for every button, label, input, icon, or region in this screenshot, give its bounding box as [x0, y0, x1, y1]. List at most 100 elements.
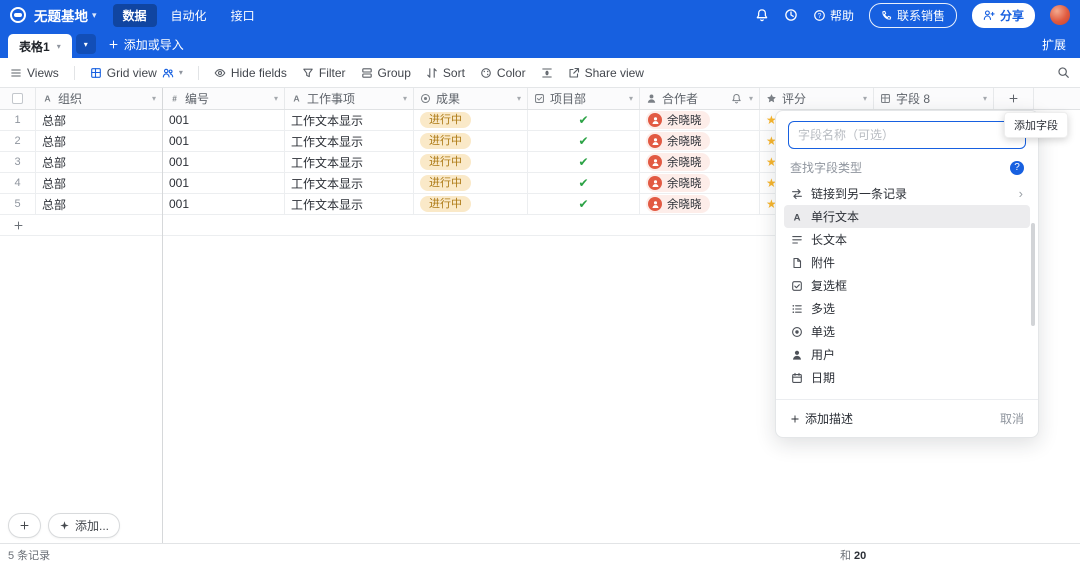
- table-list-dropdown[interactable]: ▾: [76, 34, 96, 54]
- cell-project-checkbox[interactable]: ✔: [528, 152, 640, 173]
- field-type-option[interactable]: 附件: [784, 251, 1030, 274]
- field-type-option[interactable]: 用户: [784, 343, 1030, 366]
- cell-collaborator[interactable]: 余晓晓: [640, 194, 760, 215]
- cell-status[interactable]: 进行中: [414, 110, 528, 131]
- popup-scrollbar[interactable]: [1031, 223, 1035, 326]
- column-chevron-icon[interactable]: ▾: [863, 94, 867, 103]
- cell-task[interactable]: 工作文本显示: [285, 110, 414, 131]
- column-chevron-icon[interactable]: ▾: [749, 94, 753, 103]
- cell-code[interactable]: 001: [163, 152, 285, 173]
- cell-code[interactable]: 001: [163, 110, 285, 131]
- column-header-rating[interactable]: 评分 ▾: [760, 88, 874, 109]
- field-name-input[interactable]: [788, 121, 1026, 149]
- cell-code[interactable]: 001: [163, 173, 285, 194]
- help-button[interactable]: ? 帮助: [813, 7, 854, 24]
- cell-status[interactable]: 进行中: [414, 152, 528, 173]
- hide-fields-button[interactable]: Hide fields: [214, 66, 287, 80]
- add-field-button[interactable]: [994, 88, 1034, 109]
- cell-task[interactable]: 工作文本显示: [285, 194, 414, 215]
- cell-status[interactable]: 进行中: [414, 131, 528, 152]
- topbar-nav-item[interactable]: 接口: [221, 4, 265, 27]
- check-icon: ✔: [578, 176, 588, 190]
- rating-summary[interactable]: 和20: [840, 547, 866, 563]
- cell-org[interactable]: 总部: [36, 173, 163, 194]
- share-button[interactable]: 分享: [972, 3, 1035, 28]
- sort-button[interactable]: Sort: [426, 66, 465, 80]
- field-type-option[interactable]: 单选: [784, 320, 1030, 343]
- cell-org[interactable]: 总部: [36, 194, 163, 215]
- column-header-field8[interactable]: 字段 8 ▾: [874, 88, 994, 109]
- row-height-button[interactable]: [541, 67, 553, 79]
- cell-collaborator[interactable]: 余晓晓: [640, 173, 760, 194]
- cancel-button[interactable]: 取消: [1000, 410, 1024, 427]
- cell-collaborator[interactable]: 余晓晓: [640, 131, 760, 152]
- column-chevron-icon[interactable]: ▾: [403, 94, 407, 103]
- field-type-option[interactable]: 日期: [784, 366, 1030, 389]
- cell-code[interactable]: 001: [163, 194, 285, 215]
- cell-task[interactable]: 工作文本显示: [285, 173, 414, 194]
- field-type-option[interactable]: 多选: [784, 297, 1030, 320]
- contact-sales-button[interactable]: 联系销售: [869, 3, 957, 28]
- cell-code[interactable]: 001: [163, 131, 285, 152]
- user-avatar[interactable]: [1050, 5, 1070, 25]
- column-header-task[interactable]: A 工作事项 ▾: [285, 88, 414, 109]
- tab-chevron-icon[interactable]: ▾: [57, 42, 61, 51]
- history-icon[interactable]: [784, 8, 798, 22]
- add-more-button[interactable]: 添加...: [48, 513, 120, 538]
- cell-project-checkbox[interactable]: ✔: [528, 173, 640, 194]
- cell-org[interactable]: 总部: [36, 152, 163, 173]
- column-header-project[interactable]: 项目部 ▾: [528, 88, 640, 109]
- field-type-option[interactable]: 链接到另一条记录 ›: [784, 182, 1030, 205]
- column-chevron-icon[interactable]: ▾: [983, 94, 987, 103]
- select-all-checkbox[interactable]: [12, 93, 23, 104]
- find-field-type-row[interactable]: 查找字段类型 ?: [776, 153, 1038, 180]
- column-chevron-icon[interactable]: ▾: [152, 94, 156, 103]
- cell-org[interactable]: 总部: [36, 110, 163, 131]
- cell-project-checkbox[interactable]: ✔: [528, 110, 640, 131]
- column-chevron-icon[interactable]: ▾: [517, 94, 521, 103]
- add-record-button[interactable]: [8, 513, 41, 538]
- column-header-collaborator[interactable]: 合作者 ▾: [640, 88, 760, 109]
- group-button[interactable]: Group: [361, 66, 411, 80]
- tab-table1[interactable]: 表格1 ▾: [8, 34, 72, 58]
- color-button[interactable]: Color: [480, 66, 526, 80]
- cell-collaborator[interactable]: 余晓晓: [640, 110, 760, 131]
- cell-project-checkbox[interactable]: ✔: [528, 131, 640, 152]
- search-icon[interactable]: [1057, 66, 1070, 79]
- svg-text:A: A: [293, 94, 300, 104]
- cell-org[interactable]: 总部: [36, 131, 163, 152]
- topbar-nav-item[interactable]: 自动化: [161, 4, 217, 27]
- grid-view-button[interactable]: Grid view ▾: [90, 66, 183, 80]
- cell-collaborator[interactable]: 余晓晓: [640, 152, 760, 173]
- topbar-nav-item[interactable]: 数据: [113, 4, 157, 27]
- column-header-code[interactable]: # 编号 ▾: [163, 88, 285, 109]
- add-or-import-button[interactable]: 添加或导入: [108, 36, 184, 53]
- app-title[interactable]: 无题基地: [34, 5, 88, 25]
- column-chevron-icon[interactable]: ▾: [629, 94, 633, 103]
- views-button[interactable]: Views: [10, 66, 59, 80]
- column-header-org[interactable]: A 组织 ▾: [36, 88, 163, 109]
- notifications-icon[interactable]: [755, 8, 769, 22]
- field-type-option[interactable]: 复选框: [784, 274, 1030, 297]
- cell-task[interactable]: 工作文本显示: [285, 152, 414, 173]
- column-chevron-icon[interactable]: ▾: [274, 94, 278, 103]
- cell-task[interactable]: 工作文本显示: [285, 131, 414, 152]
- share-view-icon: [568, 67, 580, 79]
- frozen-column-divider[interactable]: [162, 88, 163, 543]
- field-type-option[interactable]: 长文本: [784, 228, 1030, 251]
- cell-status[interactable]: 进行中: [414, 194, 528, 215]
- app-title-chevron-icon[interactable]: ▾: [92, 10, 97, 21]
- add-description-button[interactable]: 添加描述: [790, 410, 853, 427]
- field-type-option[interactable]: A 单行文本: [784, 205, 1030, 228]
- help-circle-icon[interactable]: ?: [1010, 161, 1024, 175]
- bell-icon[interactable]: [731, 93, 742, 104]
- cell-project-checkbox[interactable]: ✔: [528, 194, 640, 215]
- share-view-button[interactable]: Share view: [568, 66, 644, 80]
- column-header-status[interactable]: 成果 ▾: [414, 88, 528, 109]
- sort-icon: [426, 67, 438, 79]
- toolbar-divider: [74, 66, 75, 80]
- cell-status[interactable]: 进行中: [414, 173, 528, 194]
- app-logo[interactable]: [10, 7, 26, 23]
- extension-button[interactable]: 扩展: [1042, 36, 1080, 53]
- filter-button[interactable]: Filter: [302, 66, 346, 80]
